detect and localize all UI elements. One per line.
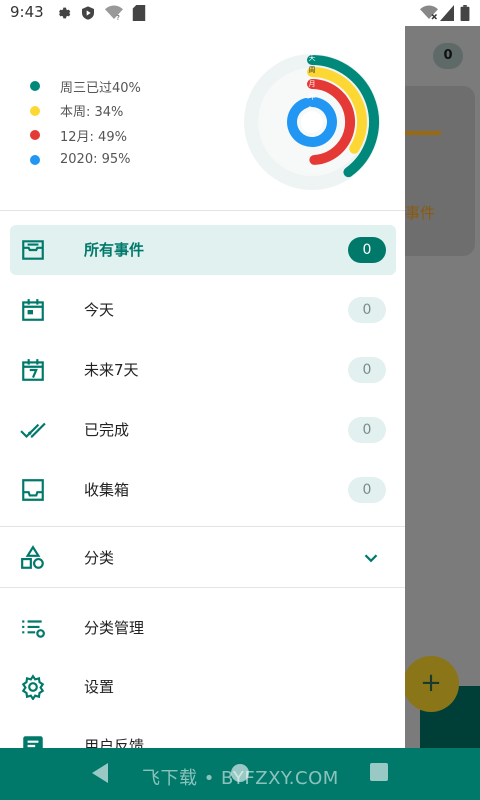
nav-label: 分类 xyxy=(84,549,115,567)
legend-item-week: 本周: 34% xyxy=(30,99,141,124)
ring-label-month: 月 xyxy=(309,80,316,88)
divider xyxy=(0,587,405,588)
nav-item-category-manage[interactable]: 分类管理 xyxy=(10,603,396,653)
background-app: 0 事件 + xyxy=(405,26,480,748)
legend-label: 2020: 95% xyxy=(60,152,131,168)
nav-item-settings[interactable]: 设置 xyxy=(10,662,396,712)
nav-label: 未来7天 xyxy=(84,361,139,379)
ring-label-week: 周 xyxy=(309,66,316,74)
bg-progress-line xyxy=(405,131,441,135)
bg-card xyxy=(405,86,475,256)
gear-status-icon xyxy=(59,7,71,19)
legend-item-day: 周三已过40% xyxy=(30,74,141,99)
nav-count-badge: 0 xyxy=(348,297,386,323)
list-settings-icon xyxy=(22,620,45,638)
watermark: 飞下载 • BYFZXY.COM xyxy=(142,768,339,789)
divider xyxy=(0,210,405,211)
double-check-icon xyxy=(20,422,46,439)
legend-dot xyxy=(30,130,40,141)
nav-count-badge: 0 xyxy=(348,477,386,503)
inbox-tray-icon xyxy=(22,240,44,260)
back-icon[interactable] xyxy=(92,763,110,783)
nav-item-completed[interactable]: 已完成 0 xyxy=(10,405,396,455)
status-time: 9:43 xyxy=(10,3,44,21)
feedback-icon xyxy=(23,736,43,748)
shapes-icon xyxy=(21,545,44,569)
nav-count-badge: 0 xyxy=(348,237,386,263)
inbox-icon xyxy=(22,479,44,501)
legend-dot xyxy=(30,81,40,92)
legend-label: 12月: 49% xyxy=(60,129,127,145)
signal-icon xyxy=(440,5,454,21)
nav-count-badge: 0 xyxy=(348,417,386,443)
nav-label: 已完成 xyxy=(84,421,130,439)
status-bar: 9:43 ? xyxy=(0,0,480,26)
ring-label-year: 年 xyxy=(309,92,316,101)
calendar-today-icon xyxy=(22,299,44,321)
recents-icon[interactable] xyxy=(370,763,388,781)
svg-text:?: ? xyxy=(116,14,120,21)
wifi-question-icon: ? xyxy=(105,5,123,21)
nav-label: 收集箱 xyxy=(84,481,130,499)
nav-count-badge: 0 xyxy=(348,357,386,383)
nav-label: 用户反馈 xyxy=(84,737,145,748)
bg-count-badge: 0 xyxy=(433,43,463,69)
navigation-drawer: 周三已过40% 本周: 34% 12月: 49% 2020: 95% 天 周 月… xyxy=(0,26,405,748)
nav-item-all-events[interactable]: 所有事件 0 xyxy=(10,225,396,275)
nav-item-next-7-days[interactable]: 未来7天 0 xyxy=(10,345,396,395)
legend-item-month: 12月: 49% xyxy=(30,123,141,148)
wifi-off-icon xyxy=(420,5,438,20)
bg-card-text: 事件 xyxy=(405,204,436,222)
sd-card-icon xyxy=(132,5,146,21)
nav-label: 今天 xyxy=(84,301,115,319)
system-navigation-bar: 飞下载 • BYFZXY.COM xyxy=(0,748,480,800)
legend-label: 周三已过40% xyxy=(60,80,141,96)
nav-label: 分类管理 xyxy=(84,619,145,637)
ring-label-day: 天 xyxy=(309,54,316,62)
nav-item-category[interactable]: 分类 xyxy=(10,533,396,583)
shield-play-icon xyxy=(82,6,94,20)
legend-dot xyxy=(30,105,40,116)
progress-legend: 周三已过40% 本周: 34% 12月: 49% 2020: 95% xyxy=(30,74,141,172)
progress-rings-chart: 天 周 月 年 xyxy=(244,54,380,190)
nav-item-inbox[interactable]: 收集箱 0 xyxy=(10,465,396,515)
legend-label: 本周: 34% xyxy=(60,105,124,121)
legend-dot xyxy=(30,154,40,165)
bg-add-fab: + xyxy=(405,656,459,712)
nav-label: 设置 xyxy=(84,678,115,696)
chevron-down-icon[interactable] xyxy=(360,547,382,569)
calendar-7-icon xyxy=(22,359,44,381)
nav-label: 所有事件 xyxy=(84,241,145,259)
rings-center xyxy=(301,111,323,133)
battery-icon xyxy=(460,5,470,21)
nav-item-feedback[interactable]: 用户反馈 xyxy=(10,721,396,748)
legend-item-year: 2020: 95% xyxy=(30,148,141,173)
divider xyxy=(0,526,405,527)
nav-item-today[interactable]: 今天 0 xyxy=(10,285,396,335)
gear-icon xyxy=(21,674,45,700)
